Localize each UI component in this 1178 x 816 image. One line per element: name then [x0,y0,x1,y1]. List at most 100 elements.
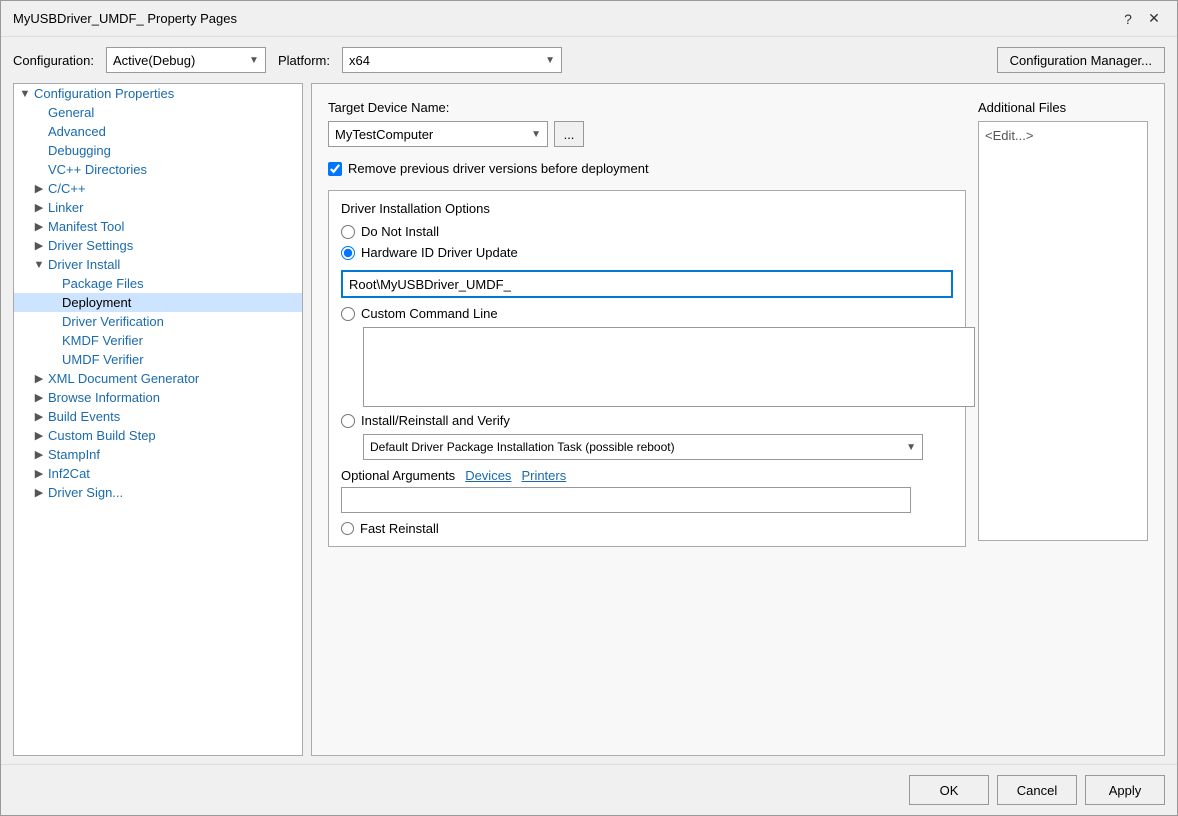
tree-item-build-events[interactable]: ▶Build Events [14,407,302,426]
tree-expand-linker[interactable]: ▶ [32,201,46,214]
tree-expand-driver-settings[interactable]: ▶ [32,239,46,252]
fast-reinstall-radio[interactable] [341,522,354,535]
driver-install-title: Driver Installation Options [341,201,953,216]
tree-item-vc-dirs[interactable]: VC++ Directories [14,160,302,179]
tree-expand-browse-info[interactable]: ▶ [32,391,46,404]
custom-cmd-label: Custom Command Line [361,306,498,321]
custom-cmd-textarea[interactable] [363,327,975,407]
tree-item-driver-sign[interactable]: ▶Driver Sign... [14,483,302,502]
tree-label-driver-settings: Driver Settings [48,238,133,253]
tree-item-driver-verification[interactable]: Driver Verification [14,312,302,331]
platform-label: Platform: [278,53,330,68]
do-not-install-row: Do Not Install [341,224,953,239]
tree-item-browse-info[interactable]: ▶Browse Information [14,388,302,407]
help-button[interactable]: ? [1117,8,1139,30]
ok-button[interactable]: OK [909,775,989,805]
tree-label-debugging: Debugging [48,143,111,158]
tree-label-vc-dirs: VC++ Directories [48,162,147,177]
tree-label-advanced: Advanced [48,124,106,139]
tree-item-general[interactable]: General [14,103,302,122]
tree-label-umdf-verifier: UMDF Verifier [62,352,144,367]
tree-item-kmdf-verifier[interactable]: KMDF Verifier [14,331,302,350]
remove-prev-label: Remove previous driver versions before d… [348,161,649,176]
tree-label-inf2cat: Inf2Cat [48,466,90,481]
title-bar: MyUSBDriver_UMDF_ Property Pages ? ✕ [1,1,1177,37]
optional-args-input[interactable] [341,487,911,513]
additional-files-box[interactable]: <Edit...> [978,121,1148,541]
additional-files-panel: Additional Files <Edit...> [978,100,1148,739]
tree-label-package-files: Package Files [62,276,144,291]
tree-label-general: General [48,105,94,120]
tree-label-kmdf-verifier: KMDF Verifier [62,333,143,348]
platform-value: x64 [349,53,370,68]
apply-button[interactable]: Apply [1085,775,1165,805]
tree-label-linker: Linker [48,200,83,215]
browse-button[interactable]: ... [554,121,584,147]
tree-expand-driver-sign[interactable]: ▶ [32,486,46,499]
platform-dropdown[interactable]: x64 ▼ [342,47,562,73]
tree-expand-xml-doc-gen[interactable]: ▶ [32,372,46,385]
config-label: Configuration: [13,53,94,68]
optional-args-label: Optional Arguments [341,468,455,483]
tree-label-cpp: C/C++ [48,181,86,196]
tree-label-custom-build: Custom Build Step [48,428,156,443]
do-not-install-radio[interactable] [341,225,355,239]
tree-item-cpp[interactable]: ▶C/C++ [14,179,302,198]
remove-prev-checkbox[interactable] [328,162,342,176]
tree-item-custom-build[interactable]: ▶Custom Build Step [14,426,302,445]
tree-label-browse-info: Browse Information [48,390,160,405]
fast-reinstall-row: Fast Reinstall [341,521,953,536]
tree-item-driver-settings[interactable]: ▶Driver Settings [14,236,302,255]
install-verify-dropdown[interactable]: Default Driver Package Installation Task… [363,434,923,460]
tree-expand-build-events[interactable]: ▶ [32,410,46,423]
config-bar: Configuration: Active(Debug) ▼ Platform:… [1,37,1177,83]
tree-item-umdf-verifier[interactable]: UMDF Verifier [14,350,302,369]
target-device-label: Target Device Name: [328,100,966,115]
tree-expand-manifest-tool[interactable]: ▶ [32,220,46,233]
target-device-dropdown[interactable]: MyTestComputer ▼ [328,121,548,147]
hw-id-input[interactable] [341,270,953,298]
tree-item-inf2cat[interactable]: ▶Inf2Cat [14,464,302,483]
config-dropdown[interactable]: Active(Debug) ▼ [106,47,266,73]
tree-item-package-files[interactable]: Package Files [14,274,302,293]
tree-item-debugging[interactable]: Debugging [14,141,302,160]
tree-item-xml-doc-gen[interactable]: ▶XML Document Generator [14,369,302,388]
tree-label-xml-doc-gen: XML Document Generator [48,371,199,386]
custom-cmd-row: Custom Command Line [341,306,953,321]
tree-item-linker[interactable]: ▶Linker [14,198,302,217]
install-verify-label: Install/Reinstall and Verify [361,413,510,428]
devices-link[interactable]: Devices [465,468,511,483]
tree-item-advanced[interactable]: Advanced [14,122,302,141]
tree-item-deployment[interactable]: Deployment [14,293,302,312]
tree-expand-inf2cat[interactable]: ▶ [32,467,46,480]
tree-expand-cpp[interactable]: ▶ [32,182,46,195]
tree-item-stampinf[interactable]: ▶StampInf [14,445,302,464]
tree-label-driver-verification: Driver Verification [62,314,164,329]
close-button[interactable]: ✕ [1143,8,1165,30]
optional-args-row: Optional Arguments Devices Printers [341,468,953,483]
tree-label-build-events: Build Events [48,409,120,424]
tree-item-config-props[interactable]: ▼Configuration Properties [14,84,302,103]
tree-label-manifest-tool: Manifest Tool [48,219,124,234]
title-controls: ? ✕ [1117,8,1165,30]
tree-expand-stampinf[interactable]: ▶ [32,448,46,461]
config-arrow-icon: ▼ [249,55,259,66]
content-area: Target Device Name: MyTestComputer ▼ ...… [311,83,1165,756]
config-manager-button[interactable]: Configuration Manager... [997,47,1165,73]
tree-label-config-props: Configuration Properties [34,86,174,101]
target-device-row: MyTestComputer ▼ ... [328,121,966,147]
tree-item-manifest-tool[interactable]: ▶Manifest Tool [14,217,302,236]
tree-expand-driver-install[interactable]: ▼ [32,259,46,271]
tree-expand-config-props[interactable]: ▼ [18,88,32,100]
main-form: Target Device Name: MyTestComputer ▼ ...… [328,100,966,739]
hw-id-radio[interactable] [341,246,355,260]
do-not-install-label: Do Not Install [361,224,439,239]
tree-expand-custom-build[interactable]: ▶ [32,429,46,442]
custom-cmd-radio[interactable] [341,307,355,321]
install-verify-option: Default Driver Package Installation Task… [370,440,675,454]
install-verify-radio[interactable] [341,414,355,428]
tree-item-driver-install[interactable]: ▼Driver Install [14,255,302,274]
cancel-button[interactable]: Cancel [997,775,1077,805]
install-verify-arrow-icon: ▼ [906,442,916,453]
printers-link[interactable]: Printers [521,468,566,483]
